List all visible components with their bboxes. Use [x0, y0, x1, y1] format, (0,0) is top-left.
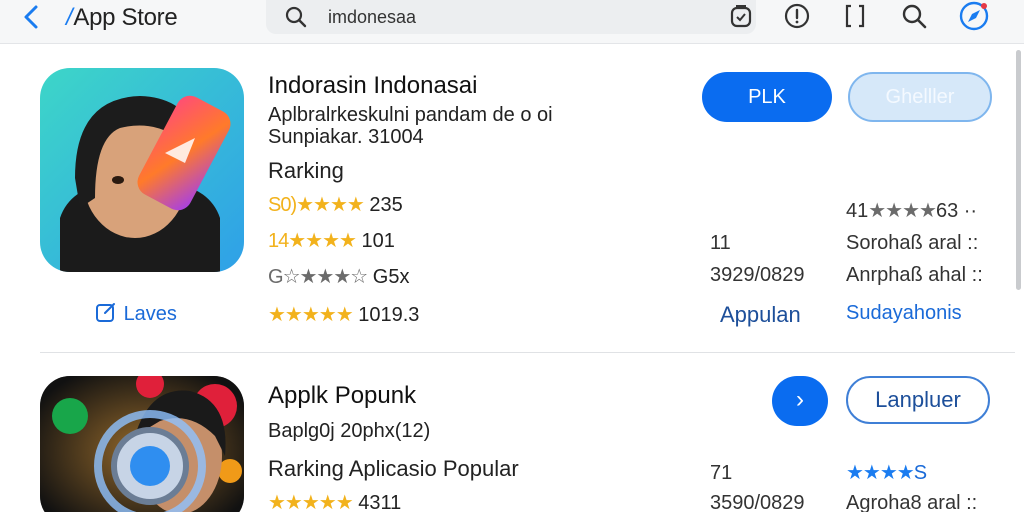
bracket-icon[interactable]	[841, 2, 869, 30]
rating-prefix: 14	[268, 230, 289, 252]
ghelller-button[interactable]: Ghelller	[848, 72, 992, 122]
compass-icon[interactable]	[958, 0, 990, 32]
right-rating: 41★★★★63 ··	[846, 198, 977, 223]
rating-value: 1019.3	[358, 304, 420, 326]
stat-right: Sorohaß aral ::	[846, 232, 979, 254]
search-icon	[285, 6, 307, 28]
app-icon[interactable]	[40, 376, 244, 512]
search-bar[interactable]	[266, 0, 756, 34]
appulan-link[interactable]: Appulan	[720, 302, 801, 328]
app-description: Baplg0j 20phx(12)	[268, 420, 431, 442]
app-icon-art	[60, 95, 231, 272]
right-rating-stars: ★★★★	[868, 200, 937, 222]
stat-left: 3590/0829	[710, 492, 805, 512]
rating-value: 235	[369, 194, 403, 216]
back-icon	[24, 5, 38, 29]
rating-value: 4311	[358, 492, 402, 512]
right-rating-stars: ★★★★	[846, 462, 915, 484]
rating-row: G☆★★★☆ G5x	[268, 264, 409, 289]
search-input[interactable]	[328, 6, 728, 28]
app-description: Aplbralrkeskulni pandam de o oi	[268, 104, 553, 126]
rating-prefix: S0)	[268, 194, 297, 216]
rating-row: ★★★★★ 4311	[268, 490, 401, 512]
app-title: /App Store	[66, 4, 178, 32]
rating-row: 14★★★★ 101	[268, 228, 395, 253]
rating-row: ★★★★★ 1019.3	[268, 302, 419, 327]
rating-stars: ★★★★★	[268, 304, 354, 326]
rating-row: S0)★★★★ 235	[268, 192, 403, 217]
rating-prefix: G	[268, 266, 284, 288]
right-rating: ★★★★S	[846, 460, 927, 485]
laves-link[interactable]: Laves	[94, 300, 177, 326]
scrollbar[interactable]	[1016, 50, 1021, 290]
right-rating-suffix: S	[913, 462, 928, 484]
sudayahonis-link[interactable]: Sudayahonis	[846, 302, 962, 325]
ranking-label: Rarking Aplicasio Popular	[268, 456, 519, 481]
app-meta: Sunpiakar. 31004	[268, 126, 424, 148]
right-rating-prefix: 41	[846, 200, 869, 222]
right-rating-suffix: 63 ··	[935, 200, 978, 222]
stat-right: Agroha8 aral ::	[846, 492, 978, 512]
info-icon[interactable]	[783, 2, 811, 30]
app-title-text: App Store	[73, 4, 178, 31]
next-button[interactable]: ›	[772, 376, 828, 426]
app-name[interactable]: Applk Popunk	[268, 382, 416, 410]
row-divider	[40, 352, 1015, 353]
rating-stars: ★★★★	[296, 194, 365, 216]
back-button[interactable]	[20, 4, 48, 32]
rating-stars: ★★★★★	[268, 492, 354, 512]
stat-left: 71	[710, 462, 733, 484]
lanpluer-button[interactable]: Lanpluer	[846, 376, 990, 424]
stat-right: Anrphaß ahal ::	[846, 264, 983, 286]
rating-stars: ★★★★	[288, 230, 357, 252]
top-bar: /App Store	[0, 0, 1024, 44]
stat-left: 3929/0829	[710, 264, 805, 286]
stat-left: 11	[710, 232, 731, 254]
rating-value: 101	[361, 230, 395, 252]
laves-label: Laves	[123, 303, 177, 325]
app-icon[interactable]	[40, 68, 244, 272]
app-icon-art	[40, 376, 244, 512]
ranking-label: Rarking	[268, 158, 344, 183]
app-name[interactable]: Indorasin Indonasai	[268, 72, 477, 100]
clipboard-icon[interactable]	[727, 2, 755, 30]
search-icon[interactable]	[900, 2, 928, 30]
app-title-mark: /	[66, 4, 73, 31]
edit-icon	[96, 303, 115, 322]
rating-value: G5x	[372, 266, 410, 288]
plk-button[interactable]: PLK	[702, 72, 832, 122]
rating-stars: ☆★★★☆	[282, 266, 369, 288]
